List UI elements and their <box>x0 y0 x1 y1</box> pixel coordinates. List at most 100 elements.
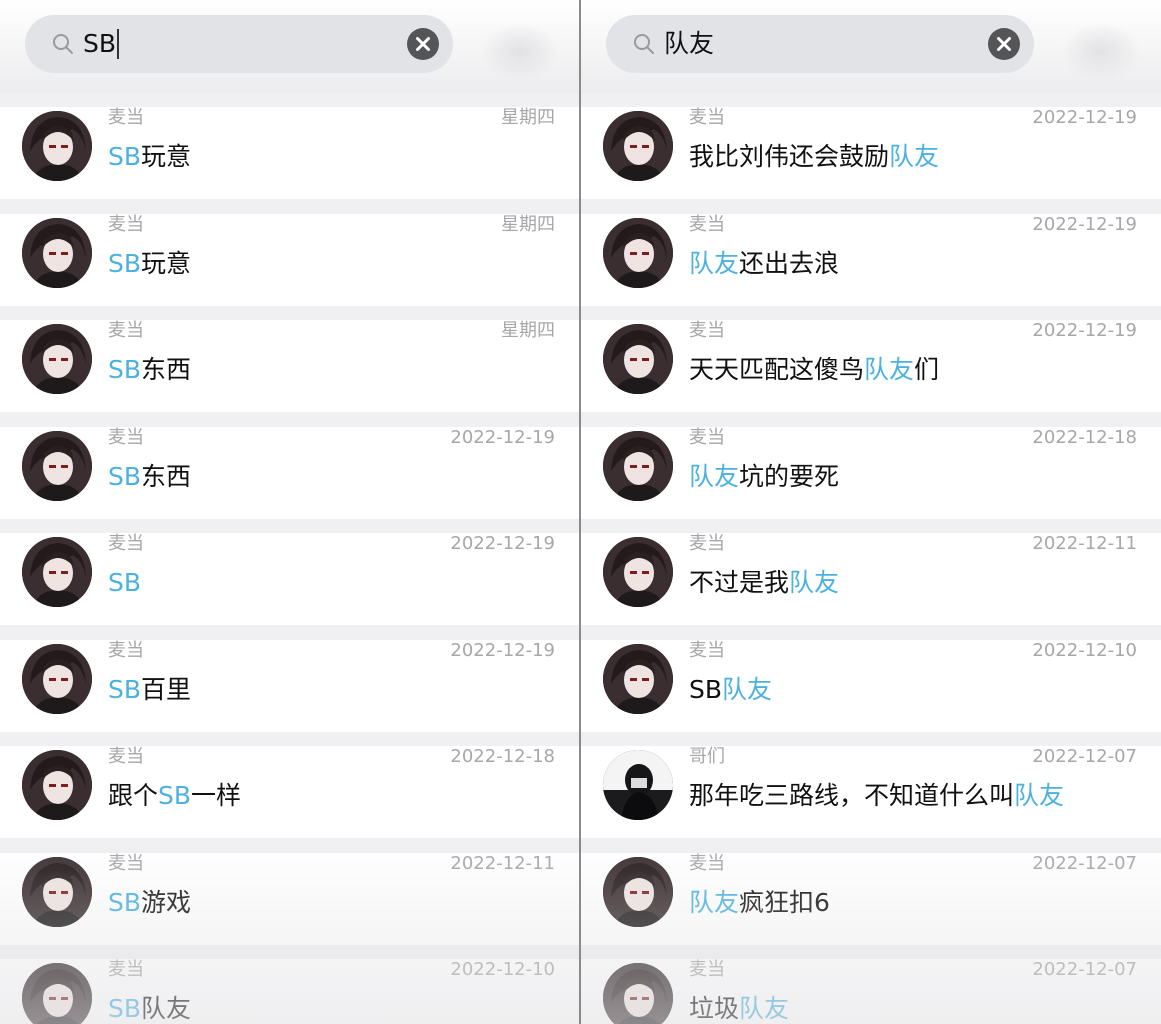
avatar[interactable] <box>603 643 673 714</box>
avatar[interactable] <box>22 643 92 714</box>
sender-name: 麦当 <box>689 213 725 235</box>
message-date: 2022-12-18 <box>1032 426 1137 448</box>
highlighted-match: 队友 <box>722 674 773 704</box>
message-fragment: 东西 <box>141 461 192 491</box>
sender-name: 麦当 <box>108 746 144 767</box>
message-date: 2022-12-11 <box>1032 533 1137 554</box>
message-text: 队友疯狂扣6 <box>689 887 830 919</box>
avatar[interactable] <box>603 537 673 607</box>
message-date: 2022-12-11 <box>450 852 555 874</box>
left-search-input[interactable]: SB <box>83 29 120 59</box>
result-row[interactable]: 哥们 2022-12-07 那年吃三路线，不知道什么叫队友 <box>581 746 1161 838</box>
result-row[interactable]: 麦当 2022-12-10 SB队友 <box>0 959 579 1024</box>
message-text: SB东西 <box>108 461 191 493</box>
result-row[interactable]: 麦当 2022-12-11 SB游戏 <box>0 852 579 945</box>
sender-name: 麦当 <box>689 320 725 341</box>
result-row[interactable]: 麦当 星期四 SB东西 <box>0 320 579 412</box>
message-text: SB百里 <box>108 674 191 706</box>
message-fragment: 那年吃三路线，不知道什么叫 <box>689 781 1015 810</box>
right-cancel-button[interactable] <box>1061 22 1141 82</box>
message-fragment: 玩意 <box>141 248 192 278</box>
clear-icon <box>997 37 1011 51</box>
avatar[interactable] <box>22 324 92 394</box>
avatar[interactable] <box>603 963 673 1024</box>
message-text: 那年吃三路线，不知道什么叫队友 <box>689 780 1064 812</box>
message-fragment: 天天匹配这傻鸟 <box>689 355 865 384</box>
right-search-box[interactable]: 队友 <box>606 15 1034 73</box>
message-date: 2022-12-19 <box>1032 320 1137 341</box>
message-date: 2022-12-18 <box>450 746 555 767</box>
sender-name: 哥们 <box>689 746 725 767</box>
result-row[interactable]: 麦当 2022-12-19 天天匹配这傻鸟队友们 <box>581 320 1161 412</box>
message-date: 星期四 <box>501 320 555 341</box>
result-row[interactable]: 麦当 2022-12-07 队友疯狂扣6 <box>581 852 1161 945</box>
avatar[interactable] <box>603 324 673 394</box>
avatar[interactable] <box>603 430 673 501</box>
sender-name: 麦当 <box>689 852 725 874</box>
avatar[interactable] <box>603 111 673 181</box>
message-fragment: 我比刘伟还会鼓励 <box>689 142 890 171</box>
message-fragment: 队友 <box>141 994 192 1023</box>
sender-name: 麦当 <box>108 107 144 128</box>
sender-name: 麦当 <box>689 426 725 448</box>
app-root: SB 麦当 星期四 SB玩意 麦当 星期四 SB玩意 麦当 星期四 SB东西 麦当 2022-12-… <box>0 0 1161 1024</box>
avatar[interactable] <box>603 856 673 927</box>
highlighted-match: 队友 <box>864 355 915 384</box>
right-search-panel: 队友 麦当 2022-12-19 我比刘伟还会鼓励队友 麦当 2022-12-19 队友还… <box>581 0 1161 1024</box>
result-row[interactable]: 麦当 2022-12-19 队友还出去浪 <box>581 213 1161 306</box>
result-row[interactable]: 麦当 星期四 SB玩意 <box>0 213 579 306</box>
message-fragment: 们 <box>914 355 940 384</box>
right-clear-button[interactable] <box>988 28 1020 60</box>
highlighted-match: 队友 <box>739 994 790 1023</box>
result-row[interactable]: 麦当 2022-12-18 队友坑的要死 <box>581 426 1161 519</box>
avatar[interactable] <box>22 430 92 501</box>
message-fragment: 百里 <box>141 674 192 704</box>
avatar[interactable] <box>603 750 673 820</box>
result-row[interactable]: 麦当 2022-12-18 跟个SB一样 <box>0 746 579 838</box>
avatar[interactable] <box>603 217 673 288</box>
highlighted-match: 队友 <box>689 887 740 917</box>
result-row[interactable]: 麦当 2022-12-19 SB东西 <box>0 426 579 519</box>
message-text: 队友还出去浪 <box>689 248 839 280</box>
highlighted-match: SB <box>108 568 142 597</box>
avatar[interactable] <box>22 537 92 607</box>
avatar[interactable] <box>22 856 92 927</box>
highlighted-match: 队友 <box>689 461 740 491</box>
sender-name: 麦当 <box>689 107 725 128</box>
message-text: 垃圾队友 <box>689 993 789 1024</box>
message-text: 不过是我队友 <box>689 567 839 599</box>
left-search-box[interactable]: SB <box>25 15 453 73</box>
message-date: 2022-12-07 <box>1032 746 1137 767</box>
message-fragment: SB <box>689 674 723 704</box>
clear-icon <box>416 37 430 51</box>
right-search-input[interactable]: 队友 <box>664 29 714 59</box>
avatar[interactable] <box>22 750 92 820</box>
highlighted-match: 队友 <box>789 568 840 597</box>
message-text: SB队友 <box>689 674 772 706</box>
highlighted-match: SB <box>108 142 142 171</box>
avatar[interactable] <box>22 963 92 1024</box>
message-text: SB <box>108 567 141 599</box>
result-row[interactable]: 麦当 2022-12-19 我比刘伟还会鼓励队友 <box>581 107 1161 199</box>
avatar[interactable] <box>22 217 92 288</box>
message-fragment: 垃圾 <box>689 994 740 1023</box>
avatar[interactable] <box>22 111 92 181</box>
highlighted-match: 队友 <box>1014 781 1065 810</box>
sender-name: 麦当 <box>689 959 725 980</box>
highlighted-match: 队友 <box>889 142 940 171</box>
result-row[interactable]: 麦当 星期四 SB玩意 <box>0 107 579 199</box>
highlighted-match: SB <box>158 781 192 810</box>
result-row[interactable]: 麦当 2022-12-11 不过是我队友 <box>581 533 1161 625</box>
message-date: 2022-12-07 <box>1032 852 1137 874</box>
message-date: 2022-12-19 <box>1032 213 1137 235</box>
left-cancel-button[interactable] <box>480 22 560 82</box>
result-row[interactable]: 麦当 2022-12-19 SB百里 <box>0 639 579 732</box>
highlighted-match: SB <box>108 994 142 1023</box>
result-row[interactable]: 麦当 2022-12-10 SB队友 <box>581 639 1161 732</box>
sender-name: 麦当 <box>108 852 144 874</box>
result-row[interactable]: 麦当 2022-12-19 SB <box>0 533 579 625</box>
sender-name: 麦当 <box>108 426 144 448</box>
highlighted-match: SB <box>108 461 142 491</box>
left-clear-button[interactable] <box>407 28 439 60</box>
result-row[interactable]: 麦当 2022-12-07 垃圾队友 <box>581 959 1161 1024</box>
